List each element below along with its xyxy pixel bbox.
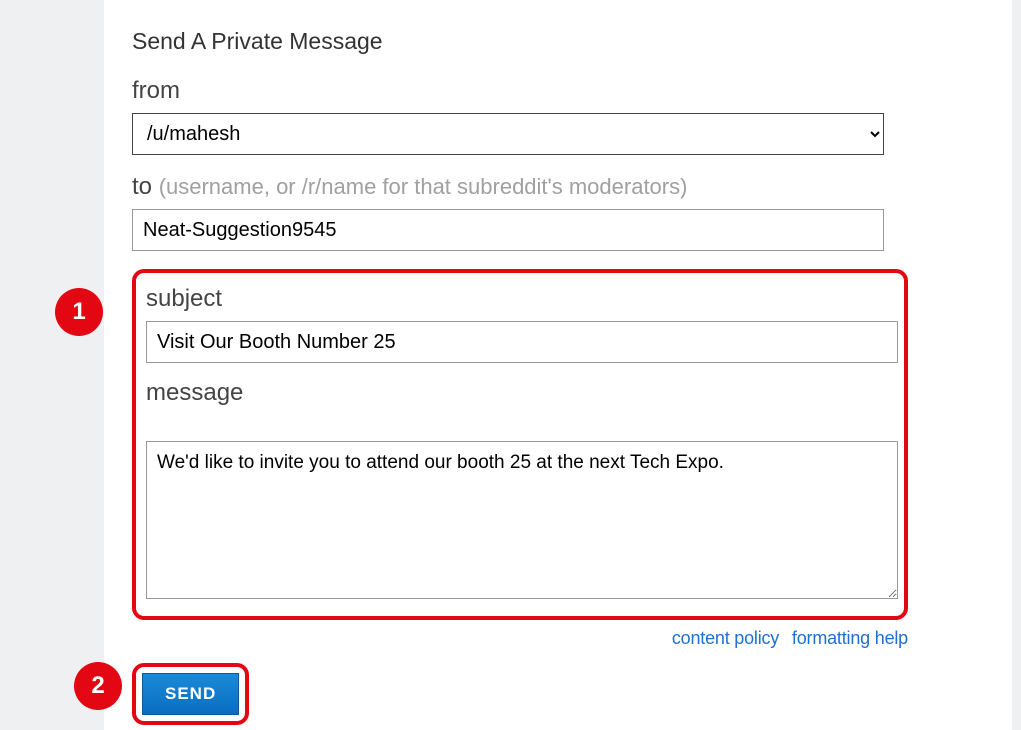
formatting-help-link[interactable]: formatting help [792,628,908,648]
from-group: from /u/mahesh [132,77,988,155]
to-group: to (username, or /r/name for that subred… [132,173,988,251]
from-label: from [132,77,988,105]
send-button-outline: SEND [132,663,249,725]
message-group: message [146,379,894,604]
links-row: content policy formatting help [132,628,908,649]
to-label: to (username, or /r/name for that subred… [132,173,988,201]
subject-input[interactable] [146,321,898,363]
from-select[interactable]: /u/mahesh [132,113,884,155]
subject-label: subject [146,285,894,313]
callout-1: 1 [55,288,103,336]
content-policy-link[interactable]: content policy [672,628,779,648]
callout-2: 2 [74,662,122,710]
page-title: Send A Private Message [132,28,988,55]
message-label: message [146,379,894,407]
to-label-text: to [132,173,152,200]
subject-group: subject [146,285,894,363]
to-hint: (username, or /r/name for that subreddit… [159,174,688,199]
to-input[interactable] [132,209,884,251]
send-button[interactable]: SEND [142,673,239,715]
message-textarea[interactable] [146,441,898,599]
subject-message-outline: subject message [132,269,908,620]
